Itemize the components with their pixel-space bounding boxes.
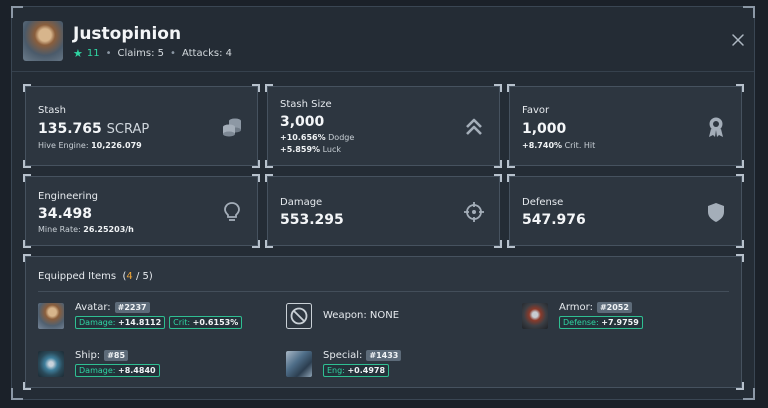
hive-engine-balance: Hive Engine: 10,226.079 [38,141,142,150]
avatar-slot: Avatar: #2237 [75,302,150,313]
modal-corner [743,388,755,400]
double-chevron-up-icon [466,118,482,135]
avatar-item-thumbnail[interactable] [38,303,64,329]
stat-chip: Defense: +7.9759 [559,316,643,329]
defense-card: Defense 547.976 [507,174,744,248]
damage-card: Damage 553.295 [265,174,502,248]
engineering-label: Engineering [38,191,98,202]
player-modal: Justopinion ★ 11 • Claims: 5 • Attacks: … [11,6,755,400]
mine-rate: Mine Rate: 26.25203/h [38,225,134,234]
favor-card: Favor 1,000 +8.740% Crit. Hit [507,84,744,168]
special-stat-chips: Eng: +0.4978 [323,364,390,377]
separator: • [170,48,176,59]
page-title: Justopinion [73,24,182,44]
item-id-badge: #2237 [114,302,150,313]
equipped-items-panel: Equipped Items (4 / 5) Avatar: #2237 Dam… [23,254,744,390]
modal-header: Justopinion ★ 11 • Claims: 5 • Attacks: … [12,7,754,72]
avatar-stat-chips: Damage: +14.8112 Crit: +0.6153% [75,316,243,329]
stat-chip: Eng: +0.4978 [323,364,390,377]
crit-hit-bonus: +8.740% Crit. Hit [522,141,596,150]
item-id-badge: #2052 [596,302,632,313]
empty-slot-icon[interactable] [286,303,312,329]
level-value: 11 [86,48,100,59]
divider [38,291,729,292]
dodge-bonus: +10.656% Dodge [280,133,355,142]
item-id-badge: #1433 [366,350,402,361]
coins-icon [223,118,241,137]
claims-count: Claims: 5 [117,48,165,59]
armor-slot: Armor: #2052 [559,302,632,313]
defense-label: Defense [522,197,564,208]
stat-chip: Damage: +14.8112 [75,316,166,329]
armor-stat-chips: Defense: +7.9759 [559,316,643,329]
stash-size-card: Stash Size 3,000 +10.656% Dodge +5.859% … [265,84,502,168]
stash-value: 135.765 SCRAP [38,121,150,137]
star-icon: ★ [73,47,83,60]
favor-value: 1,000 [522,121,567,137]
stat-chip: Damage: +8.4840 [75,364,160,377]
damage-value: 553.295 [280,212,344,228]
armor-item-thumbnail[interactable] [522,303,548,329]
luck-bonus: +5.859% Luck [280,145,341,154]
favor-label: Favor [522,105,550,116]
avatar [23,21,63,61]
ship-item-thumbnail[interactable] [38,351,64,377]
crosshair-icon [464,202,484,222]
ship-stat-chips: Damage: +8.4840 [75,364,160,377]
stash-size-value: 3,000 [280,114,325,130]
stash-card: Stash 135.765 SCRAP Hive Engine: 10,226.… [23,84,260,168]
weapon-slot: Weapon: NONE [323,310,400,321]
stash-label: Stash [38,105,66,116]
equipped-items-title: Equipped Items (4 / 5) [38,271,153,282]
ship-slot: Ship: #85 [75,350,129,361]
stash-size-label: Stash Size [280,99,332,110]
defense-value: 547.976 [522,212,586,228]
player-summary: ★ 11 • Claims: 5 • Attacks: 4 [73,47,232,60]
special-slot: Special: #1433 [323,350,402,361]
modal-corner [11,388,23,400]
item-id-badge: #85 [104,350,129,361]
special-item-thumbnail[interactable] [286,351,312,377]
lightbulb-icon [224,202,240,221]
award-ribbon-icon [709,117,723,137]
separator: • [105,48,112,59]
engineering-card: Engineering 34.498 Mine Rate: 26.25203/h [23,174,260,248]
close-icon[interactable] [731,33,745,47]
engineering-value: 34.498 [38,206,93,222]
shield-icon [708,203,724,222]
attacks-count: Attacks: 4 [181,48,232,59]
stat-chip: Crit: +0.6153% [169,316,243,329]
damage-label: Damage [280,197,323,208]
